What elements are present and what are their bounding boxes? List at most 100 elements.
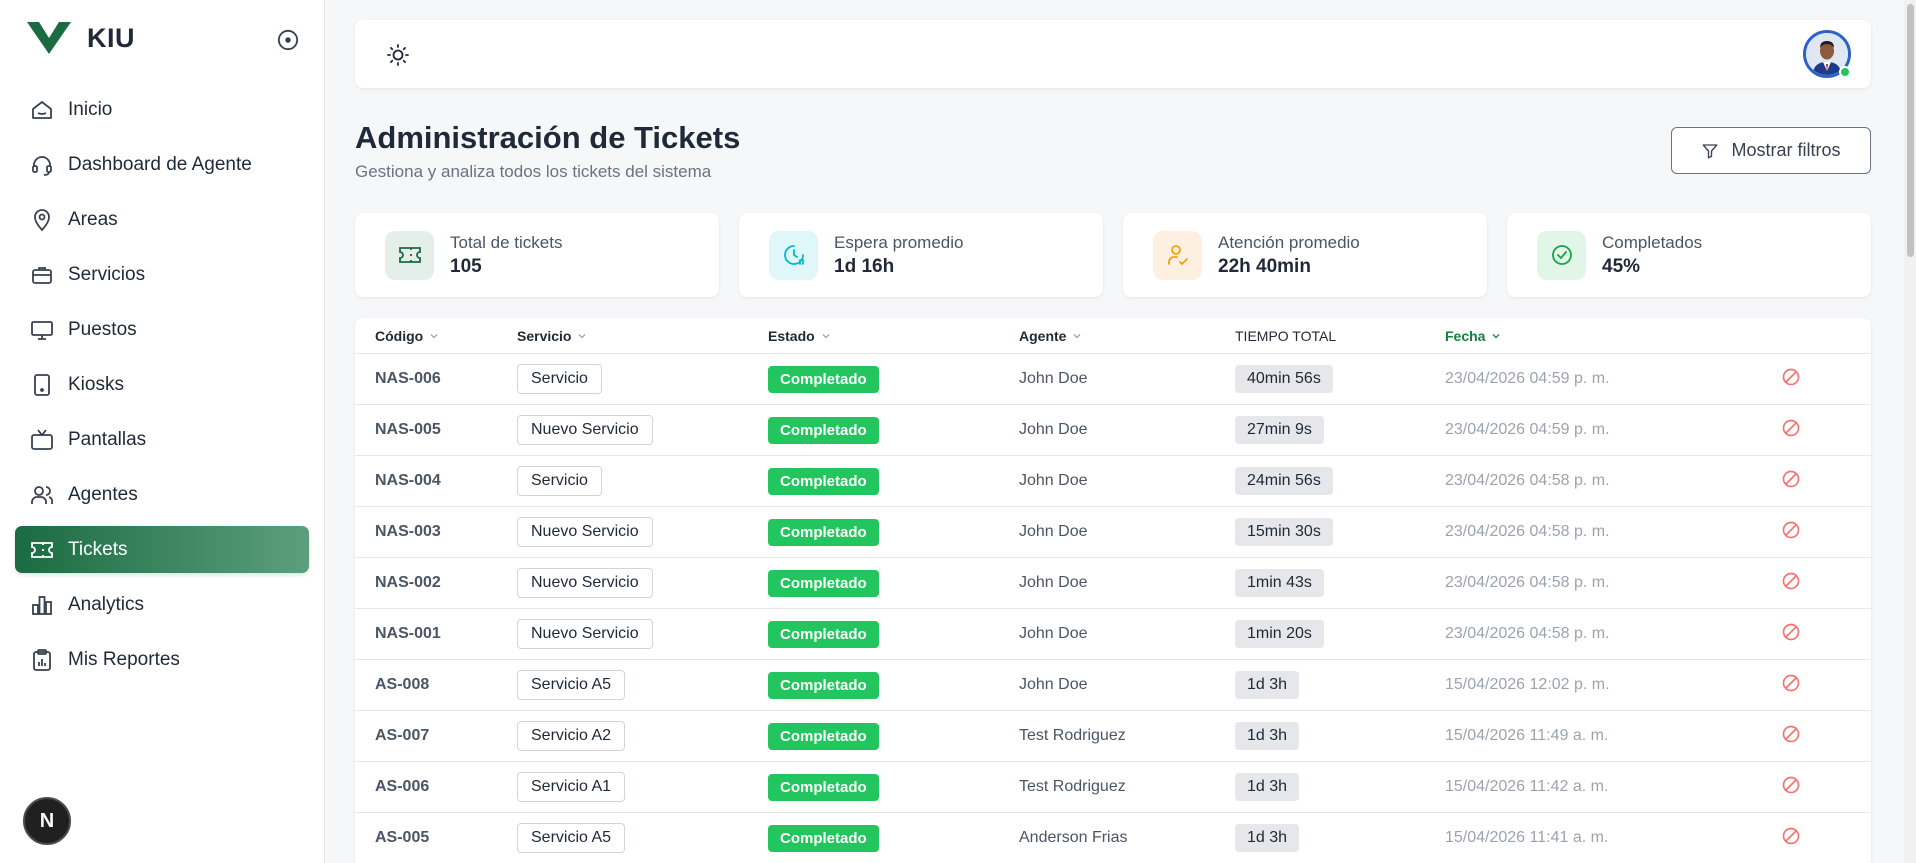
column-header-fecha[interactable]: Fecha: [1445, 328, 1781, 344]
column-header-agente[interactable]: Agente: [1019, 328, 1235, 344]
check-circle-icon: [1551, 245, 1572, 265]
column-header-servicio[interactable]: Servicio: [517, 328, 768, 344]
sidebar-item-analytics[interactable]: Analytics: [15, 581, 309, 628]
show-filters-button[interactable]: Mostrar filtros: [1671, 127, 1871, 174]
sidebar-item-agentes[interactable]: Agentes: [15, 471, 309, 518]
ticket-code: NAS-002: [375, 574, 441, 591]
sidebar-item-dashboard-agente[interactable]: Dashboard de Agente: [15, 141, 309, 188]
table-row[interactable]: NAS-001 Nuevo Servicio Completado John D…: [355, 609, 1871, 660]
total-time: 1d 3h: [1235, 671, 1300, 699]
scrollbar-thumb[interactable]: [1907, 4, 1914, 257]
collapse-sidebar-button[interactable]: [276, 28, 300, 52]
table-row[interactable]: NAS-005 Nuevo Servicio Completado John D…: [355, 405, 1871, 456]
top-bar: [355, 20, 1871, 88]
logo-icon: [27, 22, 71, 54]
ticket-code: NAS-005: [375, 421, 441, 438]
table-row[interactable]: AS-006 Servicio A1 Completado Test Rodri…: [355, 762, 1871, 813]
ticket-date: 15/04/2026 11:41 a. m.: [1445, 829, 1609, 846]
sidebar-item-pantallas[interactable]: Pantallas: [15, 416, 309, 463]
cancel-ticket-button[interactable]: [1781, 367, 1801, 387]
ban-icon: [1782, 419, 1800, 436]
sidebar-item-puestos[interactable]: Puestos: [15, 306, 309, 353]
ban-icon: [1782, 470, 1800, 487]
ban-icon: [1782, 674, 1800, 691]
status-badge: Completado: [768, 722, 879, 750]
tickets-table: Código Servicio Estado Agente TIEMPO TOT…: [355, 318, 1871, 863]
ticket-date: 23/04/2026 04:58 p. m.: [1445, 472, 1610, 489]
page-subtitle: Gestiona y analiza todos los tickets del…: [355, 162, 712, 181]
cancel-ticket-button[interactable]: [1781, 826, 1801, 846]
sidebar-item-mis-reportes[interactable]: Mis Reportes: [15, 636, 309, 683]
cancel-ticket-button[interactable]: [1781, 520, 1801, 540]
cancel-ticket-button[interactable]: [1781, 673, 1801, 693]
cancel-ticket-button[interactable]: [1781, 724, 1801, 744]
sidebar-item-label: Analytics: [68, 593, 145, 615]
chevron-down-icon: [822, 333, 830, 338]
status-badge: Completado: [768, 671, 879, 699]
brand-name: KIU: [87, 22, 135, 53]
map-pin-icon: [34, 208, 50, 231]
total-time: 1d 3h: [1235, 722, 1300, 750]
table-row[interactable]: NAS-002 Nuevo Servicio Completado John D…: [355, 558, 1871, 609]
column-label: Código: [375, 327, 424, 344]
ticket-date: 15/04/2026 11:49 a. m.: [1445, 727, 1609, 744]
stat-icon-box: [769, 230, 818, 280]
agent-name: Test Rodriguez: [1019, 727, 1126, 744]
monitor-icon: [31, 320, 53, 340]
agent-name: John Doe: [1019, 523, 1088, 540]
service-chip: Servicio: [517, 466, 602, 496]
stat-value: 45%: [1602, 255, 1641, 277]
total-time: 1min 20s: [1235, 620, 1324, 648]
ticket-code: NAS-004: [375, 472, 441, 489]
total-time: 1d 3h: [1235, 773, 1300, 801]
stat-card-attention: Atención promedio 22h 40min: [1123, 213, 1487, 297]
chevron-down-icon: [1493, 333, 1500, 338]
agent-name: John Doe: [1019, 574, 1088, 591]
service-chip: Nuevo Servicio: [517, 517, 653, 547]
user-check-icon: [1167, 245, 1188, 266]
status-badge: Completado: [768, 824, 879, 852]
cancel-ticket-button[interactable]: [1781, 622, 1801, 642]
cancel-ticket-button[interactable]: [1781, 775, 1801, 795]
ticket-code: NAS-006: [375, 370, 441, 387]
headset-icon: [32, 155, 52, 176]
stat-card-total: Total de tickets 105: [355, 213, 719, 297]
sidebar-item-label: Dashboard de Agente: [68, 153, 252, 175]
table-row[interactable]: AS-007 Servicio A2 Completado Test Rodri…: [355, 711, 1871, 762]
table-row[interactable]: AS-008 Servicio A5 Completado John Doe 1…: [355, 660, 1871, 711]
sidebar-item-inicio[interactable]: Inicio: [15, 86, 309, 133]
table-row[interactable]: AS-005 Servicio A5 Completado Anderson F…: [355, 813, 1871, 863]
cancel-ticket-button[interactable]: [1781, 469, 1801, 489]
chevron-down-icon: [430, 333, 438, 338]
page-scrollbar[interactable]: [1904, 0, 1916, 863]
stats-row: Total de tickets 105 Espera promedio 1d …: [355, 213, 1871, 297]
table-row[interactable]: NAS-004 Servicio Completado John Doe 24m…: [355, 456, 1871, 507]
theme-toggle-button[interactable]: [385, 42, 411, 68]
cancel-ticket-button[interactable]: [1781, 571, 1801, 591]
table-body: NAS-006 Servicio Completado John Doe 40m…: [355, 354, 1871, 863]
sidebar-item-label: Areas: [68, 208, 118, 230]
sidebar-item-kiosks[interactable]: Kiosks: [15, 361, 309, 408]
total-time: 1min 43s: [1235, 569, 1324, 597]
table-row[interactable]: NAS-006 Servicio Completado John Doe 40m…: [355, 354, 1871, 405]
cancel-ticket-button[interactable]: [1781, 418, 1801, 438]
sidebar-item-tickets[interactable]: Tickets: [15, 526, 309, 573]
tablet-icon: [34, 373, 50, 396]
sidebar-item-label: Mis Reportes: [68, 648, 180, 670]
ticket-date: 15/04/2026 11:42 a. m.: [1445, 778, 1609, 795]
column-header-estado[interactable]: Estado: [768, 328, 1019, 344]
ban-icon: [1782, 725, 1800, 742]
stat-icon-box: [385, 230, 434, 280]
brand[interactable]: KIU: [27, 22, 135, 54]
ticket-code: AS-006: [375, 778, 430, 795]
sidebar-item-servicios[interactable]: Servicios: [15, 251, 309, 298]
column-label: Fecha: [1445, 327, 1486, 344]
column-header-codigo[interactable]: Código: [355, 328, 517, 344]
ticket-date: 23/04/2026 04:58 p. m.: [1445, 625, 1610, 642]
dev-tools-badge[interactable]: N: [23, 797, 71, 845]
sidebar-item-label: Tickets: [68, 538, 128, 560]
service-chip: Servicio A1: [517, 772, 626, 802]
total-time: 15min 30s: [1235, 518, 1333, 546]
table-row[interactable]: NAS-003 Nuevo Servicio Completado John D…: [355, 507, 1871, 558]
sidebar-item-areas[interactable]: Areas: [15, 196, 309, 243]
